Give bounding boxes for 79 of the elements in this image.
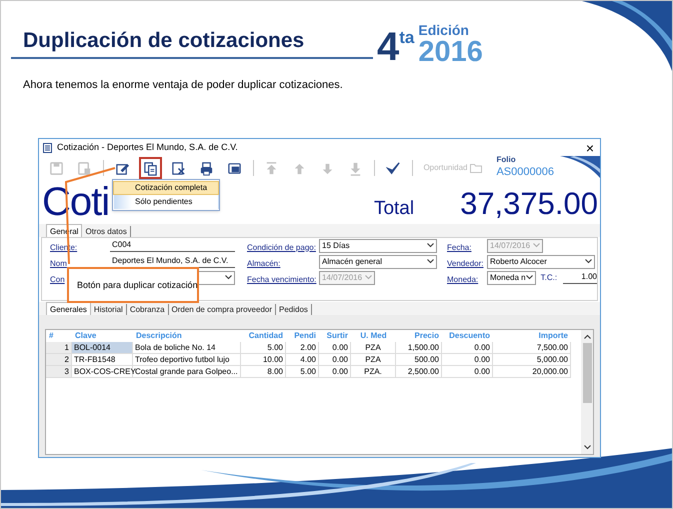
close-button[interactable]: × [584,140,596,154]
table-cell: PZA [351,354,396,366]
dropdown[interactable]: Roberto Alcocer [487,254,595,268]
table-cell: 0.00 [442,366,493,378]
input-field[interactable]: 1.00 [563,271,597,284]
body-text: Ahora tenemos la enorme ventaja de poder duplicar cotizaciones. [23,78,344,93]
scrollbar[interactable] [581,330,593,454]
table-cell: 0.00 [319,366,351,378]
table-cell: BOL-0014 [72,342,133,354]
dropdown[interactable]: Moneda n [487,270,536,284]
edition-number: 4 [377,27,400,67]
field-label: Moneda: [447,274,478,284]
field-label: Vendedor: [447,258,484,268]
table-cell: 3 [46,366,72,378]
caret-icon [533,243,540,248]
folio-label: Folio [496,154,517,166]
field-label: Condición de pago: [247,242,316,252]
table-cell: 500.00 [396,354,442,366]
table-cell: 1 [46,342,72,354]
table-cell: 0.00 [442,354,493,366]
table-cell: 0.00 [319,354,351,366]
duplicate-icon [142,160,158,176]
slide-title: Duplicación de cotizaciones [23,28,304,54]
table-cell: 20,000.00 [493,366,571,378]
window-title: Cotización - Deportes El Mundo, S.A. de C.V. [57,140,238,154]
dropdown[interactable]: Almacén general [319,254,437,268]
caret-icon [427,259,434,264]
table-cell: 0.00 [319,342,351,354]
table-cell: 7,500.00 [493,342,571,354]
save-icon [77,160,92,176]
field-label: Nom [50,258,67,268]
table-cell: 4.00 [286,354,319,366]
field-label: Almacén: [247,258,280,268]
table-cell: 10.00 [241,354,286,366]
table-cell: 1,500.00 [396,342,442,354]
table-cell: PZA. [351,366,396,378]
table-cell: PZA [351,342,396,354]
table-cell: 2.00 [286,342,319,354]
table-cell: 8.00 [241,366,286,378]
table-cell: Bola de boliche No. 14 [133,342,241,354]
table-cell: 2 [46,354,72,366]
table-cell: 0.00 [442,342,493,354]
edition-year: 2016 [418,38,483,66]
check-icon [386,160,401,176]
table-cell: 5,000.00 [493,354,571,366]
folio-number: AS0000006 [496,166,554,178]
caret-icon [585,259,592,264]
folder-icon [470,163,482,173]
table-cell: 5.00 [241,342,286,354]
field-label: Fecha vencimiento: [247,274,316,284]
document-icon [43,142,52,152]
menu-item[interactable]: Cotización completa [113,181,219,195]
scroll-down-icon[interactable] [584,443,590,451]
tab[interactable]: Generales [46,302,91,315]
total-label: Total [374,197,414,221]
field-label: T.C.: [540,272,558,284]
field-label: Fecha: [447,242,472,252]
table-cell: 2,500.00 [396,366,442,378]
scroll-up-icon[interactable] [584,333,590,341]
edition-suffix: ta [399,29,414,46]
dropdown[interactable]: 15 Días [319,238,437,252]
input-field[interactable]: C004 [110,240,235,252]
total-amount: 37,375.00 [460,185,598,223]
field-label: Con [50,274,65,284]
cancel-icon [170,160,186,176]
swoosh-decoration [560,156,600,178]
print-icon [198,160,214,176]
edition-label: Edición [418,23,470,38]
caret-icon [427,243,434,248]
table-cell: Trofeo deportivo futbol lujo [133,354,241,366]
save-icon [49,160,64,176]
caret-icon [526,275,533,280]
table-cell: TR-FB1548 [72,354,133,366]
table-cell: BOX-COS-CREY [72,366,133,378]
callout-tooltip: Botón para duplicar cotización [67,267,199,303]
table-cell: 5.00 [286,366,319,378]
menu-item[interactable]: Sólo pendientes [113,195,219,209]
caret-icon [225,275,232,280]
caret-icon [365,275,372,280]
